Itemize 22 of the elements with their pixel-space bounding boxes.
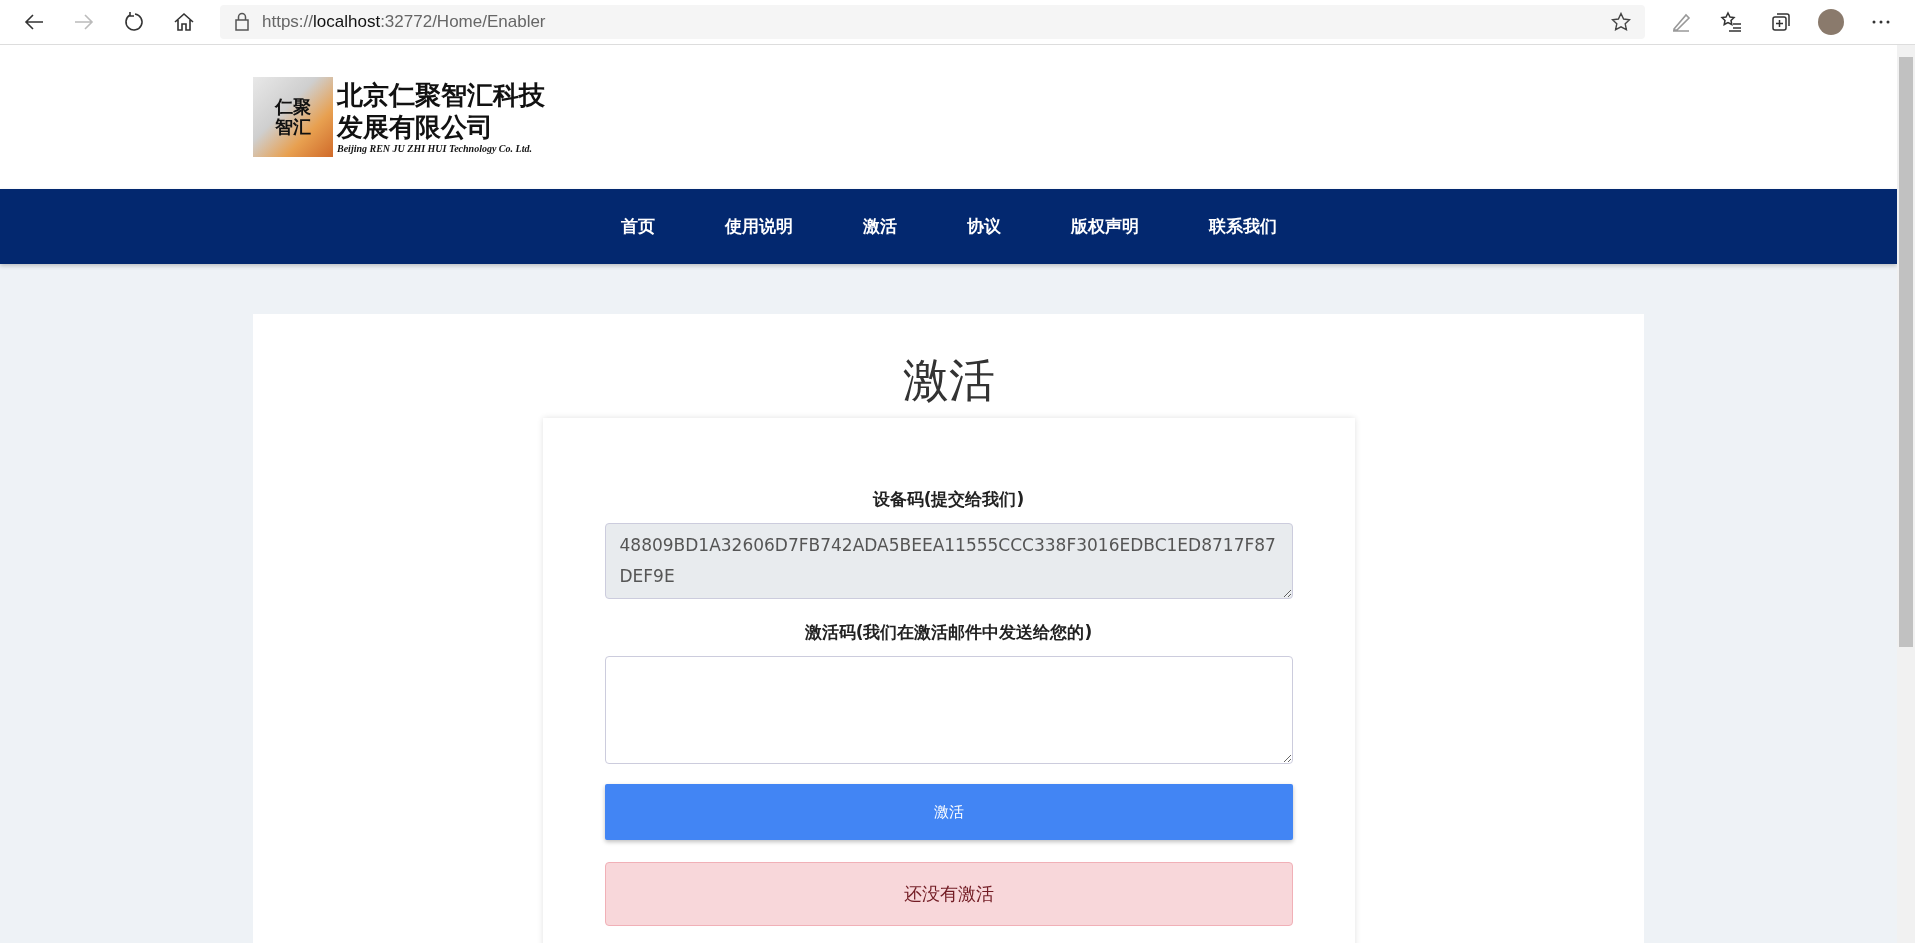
nav-link[interactable]: 激活 <box>830 205 929 248</box>
address-bar[interactable]: https://localhost:32772/Home/Enabler <box>220 5 1645 39</box>
scrollbar-thumb[interactable] <box>1899 57 1913 647</box>
page-title: 激活 <box>902 352 995 409</box>
company-name: 发展有限公司 <box>337 111 494 143</box>
activation-code-field[interactable] <box>604 656 1293 764</box>
nav-link[interactable]: 使用说明 <box>692 205 825 248</box>
nav-link[interactable]: 首页 <box>588 205 687 248</box>
star-icon[interactable] <box>1611 12 1631 32</box>
field-label: 设备码(提交给我们) <box>871 488 1026 511</box>
url-text: https://localhost:32772/Home/Enabler <box>262 12 547 32</box>
nav-link[interactable]: 协议 <box>934 205 1033 248</box>
activate-button[interactable]: 激活 <box>604 784 1293 840</box>
status-alert: 还没有激活 <box>604 862 1293 926</box>
company-english-name: Beijing REN JU ZHI HUI Technology Co. Ltd. <box>337 142 533 154</box>
company-name: 北京仁聚智汇科技 <box>337 80 545 112</box>
scrollbar[interactable] <box>1897 45 1915 943</box>
lock-icon <box>234 12 250 32</box>
field-label: 激活码(我们在激活邮件中发送给您的) <box>803 621 1094 644</box>
logo-mark: 仁聚 智汇 <box>253 77 333 157</box>
nav-link[interactable]: 联系我们 <box>1176 205 1309 248</box>
nav-link[interactable]: 版权声明 <box>1038 205 1171 248</box>
